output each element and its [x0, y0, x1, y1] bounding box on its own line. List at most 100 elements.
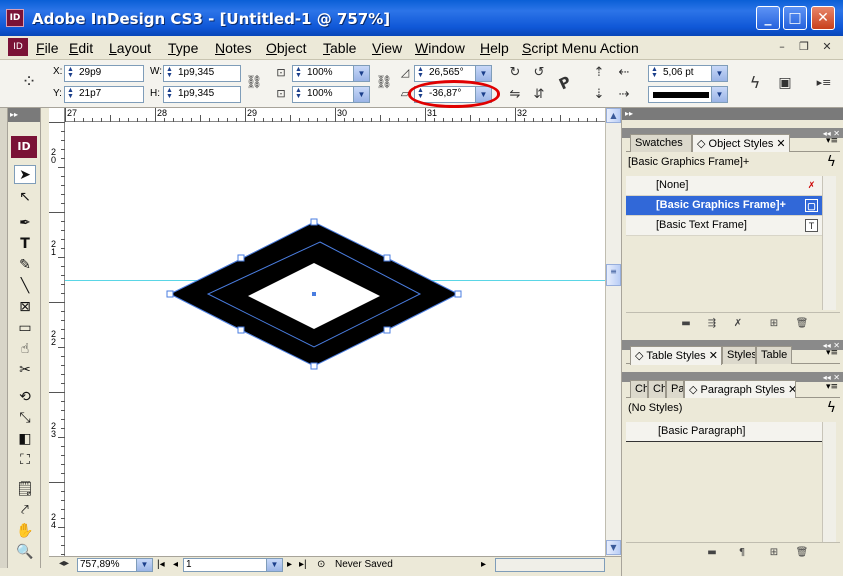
zoom-dropdown-icon[interactable]: ▼	[136, 559, 152, 571]
save-state-menu-icon[interactable]: ▸	[481, 559, 486, 570]
close-button[interactable]: ✕	[811, 6, 835, 30]
document-canvas[interactable]	[65, 122, 605, 556]
select-content-icon[interactable]: ⇣	[590, 86, 608, 104]
scale-tool-icon[interactable]: ⤡	[14, 409, 36, 428]
type-tool-icon[interactable]: T	[14, 235, 36, 254]
tab-table-styles[interactable]: ◇ Table Styles ✕	[630, 346, 722, 365]
w-spinner-icon[interactable]: ▲ ▼	[166, 66, 173, 79]
paragraph-lightning-icon[interactable]: ϟ	[827, 400, 836, 416]
stroke-type-field[interactable]: ▼	[648, 86, 728, 103]
toolbox-grip[interactable]: ▸▸	[8, 108, 40, 122]
menu-help[interactable]: Help	[480, 40, 509, 56]
y-field[interactable]: ▲ ▼ 21p7	[64, 86, 144, 103]
menu-table[interactable]: Table	[323, 40, 356, 56]
maximize-button[interactable]: □	[783, 6, 807, 30]
stroke-spinner-icon[interactable]: ▲ ▼	[651, 66, 658, 79]
drop-shadow-icon[interactable]: ▣	[776, 74, 794, 92]
tab-cell-styles[interactable]: Styles	[722, 346, 756, 364]
stroke-type-dropdown-icon[interactable]: ▼	[711, 87, 727, 102]
rotation-spinner-icon[interactable]: ▲ ▼	[417, 66, 424, 79]
doc-restore-button[interactable]: ❐	[796, 40, 812, 55]
clear-overrides-icon[interactable]: ✗	[730, 318, 746, 332]
rotation-dropdown-icon[interactable]: ▼	[475, 66, 491, 81]
next-page-icon[interactable]: ▸	[287, 559, 292, 570]
free-transform-tool-icon[interactable]: ⛶	[14, 451, 36, 470]
tab-character-styles[interactable]: Ch	[648, 380, 666, 398]
x-spinner-icon[interactable]: ▲ ▼	[67, 66, 74, 79]
scroll-down-icon[interactable]: ▼	[606, 540, 621, 555]
gradient-tool-icon[interactable]: ◧	[14, 430, 36, 449]
menu-window[interactable]: Window	[415, 40, 465, 56]
scale-y-field[interactable]: ▲ ▼ 100% ▼	[292, 86, 370, 103]
tab-paragraph-styles[interactable]: ◇ Paragraph Styles ✕	[684, 380, 796, 399]
pencil-tool-icon[interactable]: ✎	[14, 256, 36, 275]
stroke-weight-field[interactable]: ▲ ▼ 5,06 pt ▼	[648, 65, 728, 82]
last-page-icon[interactable]: ▸|	[299, 559, 307, 570]
button-tool-icon[interactable]: ☝	[14, 340, 36, 359]
flip-horizontal-icon[interactable]: ⇋	[506, 86, 524, 104]
note-tool-icon[interactable]: 🗒	[14, 480, 36, 499]
menu-script-action[interactable]: Script Menu Action	[522, 40, 639, 56]
scale-y-spinner-icon[interactable]: ▲ ▼	[295, 87, 302, 100]
constrain-scale-icon[interactable]: ⛓	[375, 74, 393, 92]
line-tool-icon[interactable]: ╲	[14, 277, 36, 296]
new-style-icon[interactable]: ⊞	[766, 318, 782, 332]
scroll-thumb[interactable]: ≡	[606, 264, 621, 286]
paragraph-styles-menu-icon[interactable]: ▾≡	[826, 382, 838, 392]
horizontal-scrollbar[interactable]	[495, 558, 605, 572]
scale-y-dropdown-icon[interactable]: ▼	[353, 87, 369, 102]
scale-x-field[interactable]: ▲ ▼ 100% ▼	[292, 65, 370, 82]
rectangle-frame-tool-icon[interactable]: ⊠	[14, 298, 36, 317]
rotate-tool-icon[interactable]: ⟲	[14, 388, 36, 407]
menu-notes[interactable]: Notes	[215, 40, 252, 56]
object-style-basic-text-frame[interactable]: [Basic Text Frame] T	[626, 216, 822, 236]
tab-swatches[interactable]: Swatches	[630, 134, 692, 152]
object-styles-menu-icon[interactable]: ▾≡	[826, 136, 838, 146]
page-field[interactable]: 1 ▼	[183, 558, 283, 572]
zoom-tool-icon[interactable]: 🔍	[14, 543, 36, 562]
object-styles-scrollbar[interactable]	[822, 176, 836, 310]
vertical-scrollbar[interactable]: ▲ ≡ ▼	[605, 108, 621, 556]
object-styles-lightning-icon[interactable]: ϟ	[827, 154, 836, 170]
tab-character[interactable]: Ch	[630, 380, 648, 398]
menu-edit[interactable]: Edit	[69, 40, 93, 56]
constrain-proportions-icon[interactable]: ⛓	[245, 74, 263, 92]
x-field[interactable]: ▲ ▼ 29p9	[64, 65, 144, 82]
minimize-button[interactable]: _	[756, 6, 780, 30]
selection-tool-icon[interactable]: ➤	[14, 165, 36, 184]
table-styles-menu-icon[interactable]: ▾≡	[826, 348, 838, 358]
delete-style-icon[interactable]: 🗑	[794, 318, 810, 332]
reference-point-icon[interactable]: ⁘	[20, 73, 38, 91]
menu-view[interactable]: View	[372, 40, 402, 56]
paragraph-styles-scrollbar[interactable]	[822, 422, 836, 542]
document-icon[interactable]: ID	[8, 38, 28, 56]
vertical-ruler[interactable]: 2 0 2 1 2 2 2 3 2 4	[49, 108, 65, 556]
direct-selection-tool-icon[interactable]: ↖	[14, 188, 36, 207]
dock-grip[interactable]: ▸▸	[622, 108, 843, 120]
paragraph-style-basic[interactable]: [Basic Paragraph]	[626, 422, 822, 442]
object-style-none[interactable]: [None] ✗	[626, 176, 822, 196]
menu-object[interactable]: Object	[266, 40, 306, 56]
horizontal-ruler[interactable]: 27 28 29 30 31 32	[65, 108, 605, 122]
doc-close-button[interactable]: ✕	[819, 40, 835, 55]
first-page-icon[interactable]: |◂	[157, 559, 165, 570]
h-spinner-icon[interactable]: ▲ ▼	[166, 87, 173, 100]
menu-type[interactable]: Type	[168, 40, 198, 56]
lightning-icon[interactable]: ϟ	[746, 74, 764, 92]
para-delete-style-icon[interactable]: 🗑	[794, 547, 810, 561]
rectangle-tool-icon[interactable]: ▭	[14, 319, 36, 338]
para-clear-overrides-icon[interactable]: ¶	[734, 547, 750, 561]
pen-tool-icon[interactable]: ✒	[14, 214, 36, 233]
rotate-cw-icon[interactable]: ↻	[506, 64, 524, 82]
doc-minimize-button[interactable]: –	[774, 40, 790, 55]
pasteboard-toggle-icon[interactable]: ◂▸	[55, 555, 73, 573]
stroke-weight-dropdown-icon[interactable]: ▼	[711, 66, 727, 81]
select-previous-icon[interactable]: ⇠	[615, 64, 633, 82]
previous-page-icon[interactable]: ◂	[173, 559, 178, 570]
hand-tool-icon[interactable]: ✋	[14, 522, 36, 541]
diamond-frame[interactable]	[65, 122, 605, 556]
scale-x-dropdown-icon[interactable]: ▼	[353, 66, 369, 81]
eyedropper-tool-icon[interactable]: ⤤	[14, 501, 36, 520]
tab-object-styles[interactable]: ◇ Object Styles ✕	[692, 134, 790, 153]
new-group-icon[interactable]: ▬	[678, 318, 694, 332]
